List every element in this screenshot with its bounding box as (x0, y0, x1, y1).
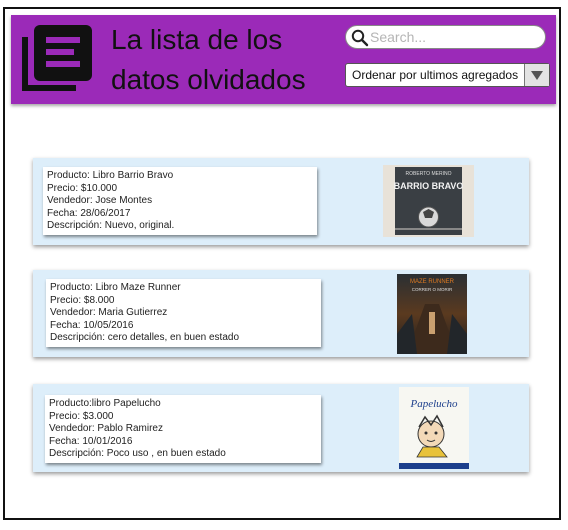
chevron-down-icon[interactable] (524, 64, 549, 86)
product-card-1[interactable]: Producto: Libro Barrio Bravo Precio: $10… (33, 158, 529, 245)
product-price: Precio: $3.000 (49, 410, 114, 422)
title-line-2: datos olvidados (111, 64, 306, 95)
cover-title: BARRIO BRAVO (394, 181, 464, 191)
search-icon (351, 29, 369, 47)
product-seller: Vendedor: Maria Gutierrez (50, 307, 168, 319)
cover-title: Papelucho (409, 398, 458, 410)
product-seller: Vendedor: Pablo Ramirez (49, 423, 163, 435)
product-price: Precio: $10.000 (47, 182, 118, 194)
product-description: Descripción: cero detalles, en buen esta… (50, 332, 240, 344)
list-document-icon (22, 25, 92, 91)
site-header: La lista de los datos olvidados Ordenar … (11, 15, 556, 104)
sort-select[interactable]: Ordenar por ultimos agregados (345, 63, 550, 87)
product-card-3[interactable]: Producto:libro Papelucho Precio: $3.000 … (33, 384, 529, 472)
product-info-3: Producto:libro Papelucho Precio: $3.000 … (45, 395, 321, 463)
book-cover-image[interactable]: MAZE RUNNER CORRER O MORIR (397, 274, 467, 354)
sort-selected-label: Ordenar por ultimos agregados (352, 68, 519, 82)
cover-subtitle: ROBERTO MERINO (406, 171, 452, 177)
product-name: Producto:libro Papelucho (49, 398, 161, 409)
cover-subtitle: CORRER O MORIR (412, 287, 453, 292)
product-info-1: Producto: Libro Barrio Bravo Precio: $10… (43, 167, 317, 235)
product-date: Fecha: 10/05/2016 (50, 319, 134, 331)
product-date: Fecha: 10/01/2016 (49, 435, 133, 447)
product-description: Descripción: Nuevo, original. (47, 220, 175, 232)
search-input[interactable] (370, 28, 538, 46)
product-card-2[interactable]: Producto: Libro Maze Runner Precio: $8.0… (33, 270, 529, 357)
book-cover-image[interactable]: ROBERTO MERINO BARRIO BRAVO (383, 165, 474, 237)
cover-title: MAZE RUNNER (410, 279, 455, 285)
page-title: La lista de los datos olvidados (111, 20, 351, 100)
product-description: Descripción: Poco uso , en buen estado (49, 448, 226, 460)
search-box[interactable] (345, 25, 546, 49)
product-price: Precio: $8.000 (50, 294, 115, 306)
product-name: Producto: Libro Barrio Bravo (47, 170, 174, 181)
book-cover-image[interactable]: Papelucho (399, 387, 469, 469)
product-info-2: Producto: Libro Maze Runner Precio: $8.0… (46, 279, 321, 347)
product-date: Fecha: 28/06/2017 (47, 207, 131, 219)
product-name: Producto: Libro Maze Runner (50, 282, 181, 293)
title-line-1: La lista de los (111, 24, 283, 55)
product-seller: Vendedor: Jose Montes (47, 195, 153, 207)
